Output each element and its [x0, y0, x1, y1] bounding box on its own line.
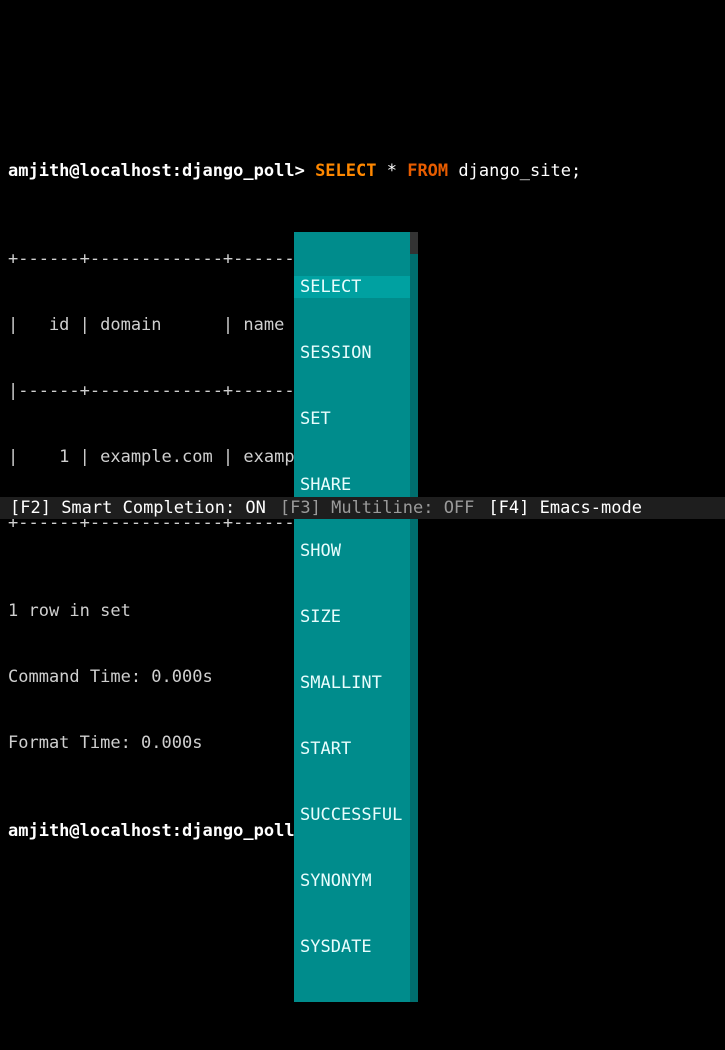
autocomplete-scrollbar-thumb[interactable] [410, 232, 418, 254]
status-bar: [F2] Smart Completion: ON [F3] Multiline… [0, 497, 725, 519]
status-f3-key: [F3] [280, 498, 321, 518]
status-f4-key: [F4] [488, 498, 529, 518]
previous-command-line: amjith@localhost:django_poll> SELECT * F… [8, 160, 717, 182]
prompt-text: amjith@localhost:django_poll> [8, 821, 305, 841]
status-f2-label: Smart Completion: [51, 498, 245, 518]
sql-table-name: django_site; [448, 161, 581, 181]
autocomplete-item[interactable]: SESSION [294, 342, 418, 364]
autocomplete-item[interactable]: SHARE [294, 474, 418, 496]
autocomplete-scrollbar[interactable] [410, 232, 418, 1002]
sql-keyword-select: SELECT [315, 161, 376, 181]
autocomplete-item[interactable]: SYNONYM [294, 870, 418, 892]
status-f4-label: Emacs-mode [529, 498, 642, 518]
sql-keyword-from: FROM [407, 161, 448, 181]
autocomplete-item[interactable]: SHOW [294, 540, 418, 562]
autocomplete-item[interactable]: SYSDATE [294, 936, 418, 958]
status-f4[interactable]: [F4] Emacs-mode [488, 497, 642, 519]
autocomplete-item[interactable]: START [294, 738, 418, 760]
status-f3-label: Multiline: [321, 498, 444, 518]
status-f2-key: [F2] [10, 498, 51, 518]
status-f3-value: OFF [444, 498, 475, 518]
autocomplete-item[interactable]: SIZE [294, 606, 418, 628]
status-f2[interactable]: [F2] Smart Completion: ON [10, 497, 266, 519]
status-f3[interactable]: [F3] Multiline: OFF [280, 497, 475, 519]
status-f2-value: ON [245, 498, 265, 518]
autocomplete-popup[interactable]: SELECT SESSION SET SHARE SHOW SIZE SMALL… [294, 232, 418, 1002]
autocomplete-item[interactable]: SELECT [294, 276, 418, 298]
autocomplete-item[interactable]: SUCCESSFUL [294, 804, 418, 826]
autocomplete-item[interactable]: SET [294, 408, 418, 430]
prompt-text: amjith@localhost:django_poll> [8, 161, 305, 181]
autocomplete-item[interactable]: SMALLINT [294, 672, 418, 694]
sql-star: * [376, 161, 407, 181]
